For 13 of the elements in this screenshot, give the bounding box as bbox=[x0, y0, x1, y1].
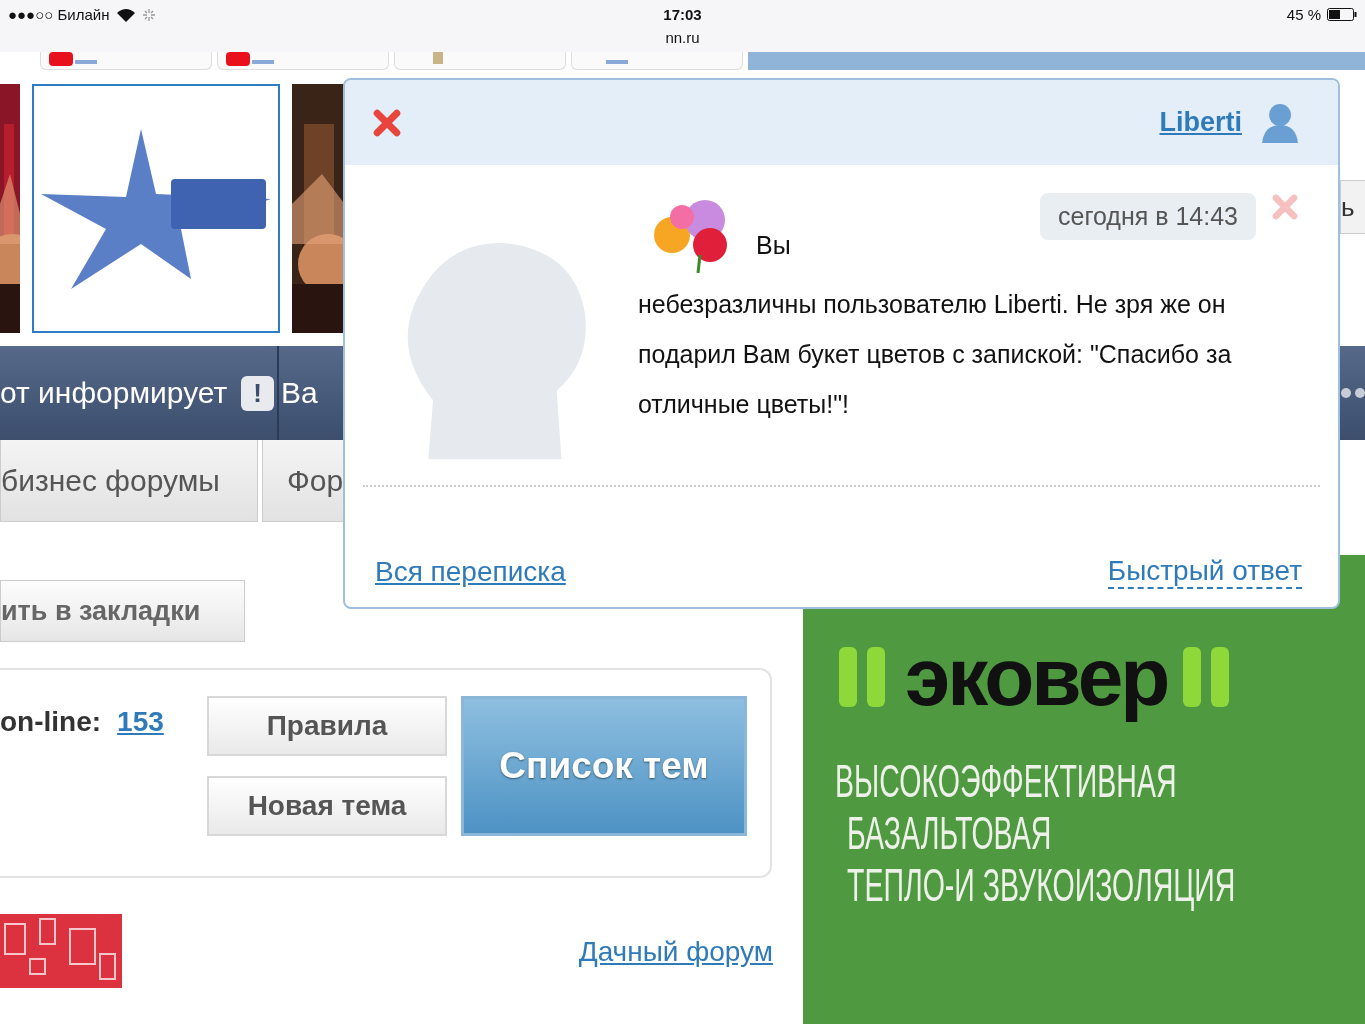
sender-label: Вы bbox=[756, 231, 791, 260]
carrier-label: ●●●○○ Билайн bbox=[8, 6, 110, 23]
alert-badge: ! bbox=[241, 375, 274, 411]
ad-text: БАЗАЛЬТОВАЯ bbox=[847, 807, 1052, 859]
info-text: от информирует bbox=[0, 376, 228, 410]
online-label: on-line: bbox=[0, 706, 102, 738]
ad-text: ВЫСОКОЭФФЕКТИВНАЯ bbox=[835, 755, 1177, 807]
message-time: сегодня в 14:43 bbox=[1040, 193, 1256, 240]
message-text: небезразличны пользователю Liberti. Не зря же он подарил Вам букет цветов с запиской: "Спасибо за отличные цветы!"! bbox=[638, 289, 1233, 420]
battery-percent: 45 % bbox=[1286, 6, 1321, 23]
brand-name: эковер bbox=[905, 630, 1168, 724]
ad-text: ТЕПЛО-И ЗВУКОИЗОЛЯЦИЯ bbox=[847, 859, 1236, 911]
clock-time: 17:03 bbox=[663, 6, 702, 23]
